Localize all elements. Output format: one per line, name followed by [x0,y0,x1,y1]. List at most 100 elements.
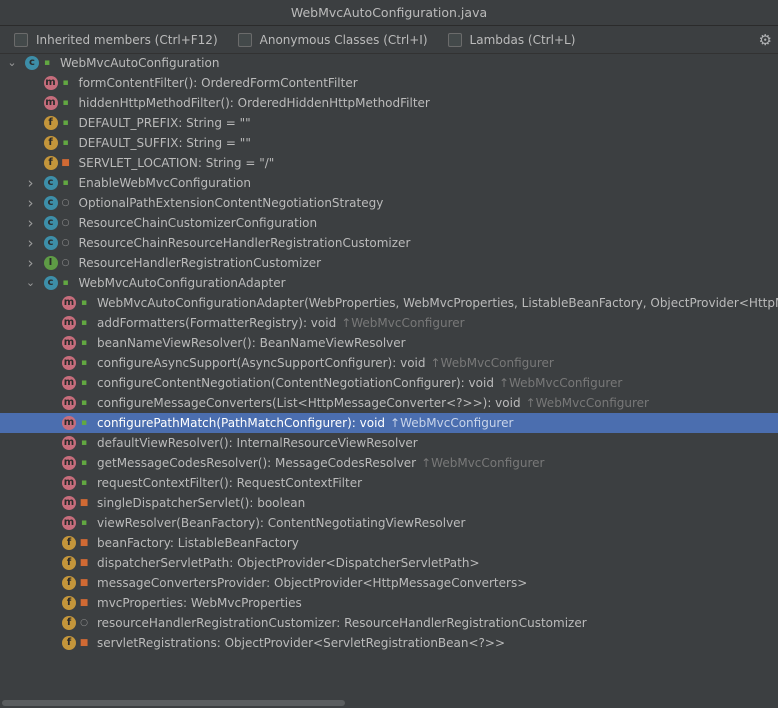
node-label: hiddenHttpMethodFilter(): OrderedHiddenH… [79,93,430,113]
method-icon: m [62,496,76,510]
method-icon: m [62,416,76,430]
inherited-from: ↑WebMvcConfigurer [390,416,514,430]
tree-node[interactable]: › I ○ ResourceHandlerRegistrationCustomizer [0,253,778,273]
method-icon: m [62,336,76,350]
tree-node[interactable]: m ▪ configurePathMatch(PathMatchConfigurer… [0,413,778,433]
node-label: ResourceChainCustomizerConfiguration [79,213,318,233]
tree-node[interactable]: f ■ dispatcherServletPath: ObjectProvider<… [0,553,778,573]
node-signature: OptionalPathExtensionContentNegotiationS… [78,196,384,210]
node-label: WebMvcAutoConfigurationAdapter [79,273,286,293]
tree-node[interactable]: › c ○ ResourceChainCustomizerConfiguration [0,213,778,233]
tree-node[interactable]: f ▪ DEFAULT_SUFFIX: String = "" [0,133,778,153]
unlock-icon: ▪ [62,178,69,188]
unlock-icon: ▪ [80,358,88,368]
tree-node[interactable]: ⌄ c ▪ WebMvcAutoConfiguration [0,53,778,73]
tree-node[interactable]: f ■ SERVLET_LOCATION: String = "/" [0,153,778,173]
node-label: DEFAULT_PREFIX: String = "" [79,113,251,133]
node-signature: messageConvertersProvider: ObjectProvide… [97,576,528,590]
tree-node[interactable]: › c ○ ResourceChainResourceHandlerRegistrat… [0,233,778,253]
chevron-right-icon[interactable]: › [26,193,36,213]
chevron-down-icon[interactable]: ⌄ [7,53,17,73]
method-icon: m [62,436,76,450]
node-signature: formContentFilter(): OrderedFormContentF… [78,76,358,90]
unlock-icon: ▪ [43,58,51,68]
tree-node[interactable]: m ▪ addFormatters(FormatterRegistry): void… [0,313,778,333]
class-icon: c [25,56,39,70]
node-signature: configureMessageConverters(List<HttpMess… [97,396,521,410]
node-signature: WebMvcAutoConfigurationAdapter [78,276,286,290]
node-signature: configurePathMatch(PathMatchConfigurer):… [97,416,386,430]
unlock-icon: ▪ [62,78,69,88]
gear-icon[interactable]: ⚙ [759,31,772,49]
tree-node[interactable]: f ○ resourceHandlerRegistrationCustomizer:… [0,613,778,633]
tree-node[interactable]: m ▪ WebMvcAutoConfigurationAdapter(WebProp… [0,293,778,313]
tree-node[interactable]: m ▪ formContentFilter(): OrderedFormConten… [0,73,778,93]
node-signature: beanNameViewResolver(): BeanNameViewReso… [97,336,406,350]
inherited-from: ↑WebMvcConfigurer [421,456,545,470]
package-visibility-icon: ○ [61,238,70,248]
tree-node[interactable]: f ■ servletRegistrations: ObjectProvider<S… [0,633,778,653]
node-signature: EnableWebMvcConfiguration [78,176,251,190]
node-label: ResourceHandlerRegistrationCustomizer [79,253,322,273]
package-visibility-icon: ○ [61,198,70,208]
checkbox-box[interactable] [14,32,28,47]
chevron-right-icon[interactable]: › [26,233,36,253]
tree-node[interactable]: m ▪ configureAsyncSupport(AsyncSupportConf… [0,353,778,373]
method-icon: m [62,376,76,390]
chevron-right-icon[interactable]: › [26,213,36,233]
tree-node[interactable]: m ■ singleDispatcherServlet(): boolean [0,493,778,513]
inherited-from: ↑WebMvcConfigurer [430,356,554,370]
tree-node[interactable]: m ▪ viewResolver(BeanFactory): ContentNego… [0,513,778,533]
field-icon: f [62,556,76,570]
lock-icon: ■ [79,558,89,568]
node-label: configureMessageConverters(List<HttpMess… [97,393,649,413]
checkbox-box[interactable] [237,32,252,47]
chevron-down-icon[interactable]: ⌄ [26,273,36,293]
node-signature: ResourceHandlerRegistrationCustomizer [78,256,322,270]
node-label: ResourceChainResourceHandlerRegistration… [79,233,411,253]
class-icon: c [43,176,58,190]
tree-node[interactable]: m ▪ configureMessageConverters(List<HttpMe… [0,393,778,413]
tree-node[interactable]: f ■ messageConvertersProvider: ObjectProvi… [0,573,778,593]
chevron-right-icon[interactable]: › [26,253,36,273]
inherited-from: ↑WebMvcConfigurer [498,376,623,390]
tree-node[interactable]: m ▪ requestContextFilter(): RequestContext… [0,473,778,493]
inherited-members-checkbox[interactable]: Inherited members (Ctrl+F12) [14,32,218,47]
class-icon: c [43,236,58,250]
method-icon: m [43,96,58,110]
class-icon: c [43,276,58,290]
unlock-icon: ▪ [80,518,88,528]
node-label: WebMvcAutoConfiguration [60,53,219,73]
tree-node[interactable]: m ▪ defaultViewResolver(): InternalResourc… [0,433,778,453]
tree-node[interactable]: f ■ beanFactory: ListableBeanFactory [0,533,778,553]
scrollbar-thumb[interactable] [2,700,345,706]
tree-node[interactable]: m ▪ getMessageCodesResolver(): MessageCode… [0,453,778,473]
node-signature: WebMvcAutoConfiguration [60,56,220,70]
tree-node[interactable]: › c ▪ EnableWebMvcConfiguration [0,173,778,193]
field-icon: f [43,116,58,130]
filter-toolbar: Inherited members (Ctrl+F12) Anonymous C… [0,26,778,54]
unlock-icon: ▪ [80,318,88,328]
node-label: SERVLET_LOCATION: String = "/" [79,153,275,173]
tree-node[interactable]: m ▪ configureContentNegotiation(ContentNeg… [0,373,778,393]
tree-node[interactable]: m ▪ beanNameViewResolver(): BeanNameViewRe… [0,333,778,353]
tree-node[interactable]: f ▪ DEFAULT_PREFIX: String = "" [0,113,778,133]
node-label: viewResolver(BeanFactory): ContentNegoti… [97,513,466,533]
method-icon: m [62,396,76,410]
tree-node[interactable]: › c ○ OptionalPathExtensionContentNegotiati… [0,193,778,213]
method-icon: m [62,356,76,370]
inherited-from: ↑WebMvcConfigurer [341,316,465,330]
chevron-right-icon[interactable]: › [26,173,36,193]
tree-node[interactable]: m ▪ hiddenHttpMethodFilter(): OrderedHidde… [0,93,778,113]
horizontal-scrollbar[interactable] [0,698,778,708]
checkbox-label: Inherited members (Ctrl+F12) [36,32,218,47]
node-label: messageConvertersProvider: ObjectProvide… [97,573,527,593]
tree-node[interactable]: f ■ mvcProperties: WebMvcProperties [0,593,778,613]
anonymous-classes-checkbox[interactable]: Anonymous Classes (Ctrl+I) [237,32,428,47]
node-signature: requestContextFilter(): RequestContextFi… [97,476,363,490]
tree-node[interactable]: ⌄ c ▪ WebMvcAutoConfigurationAdapter [0,273,778,293]
checkbox-box[interactable] [447,32,462,47]
unlock-icon: ▪ [80,438,88,448]
lambdas-checkbox[interactable]: Lambdas (Ctrl+L) [447,32,575,47]
unlock-icon: ▪ [80,398,88,408]
